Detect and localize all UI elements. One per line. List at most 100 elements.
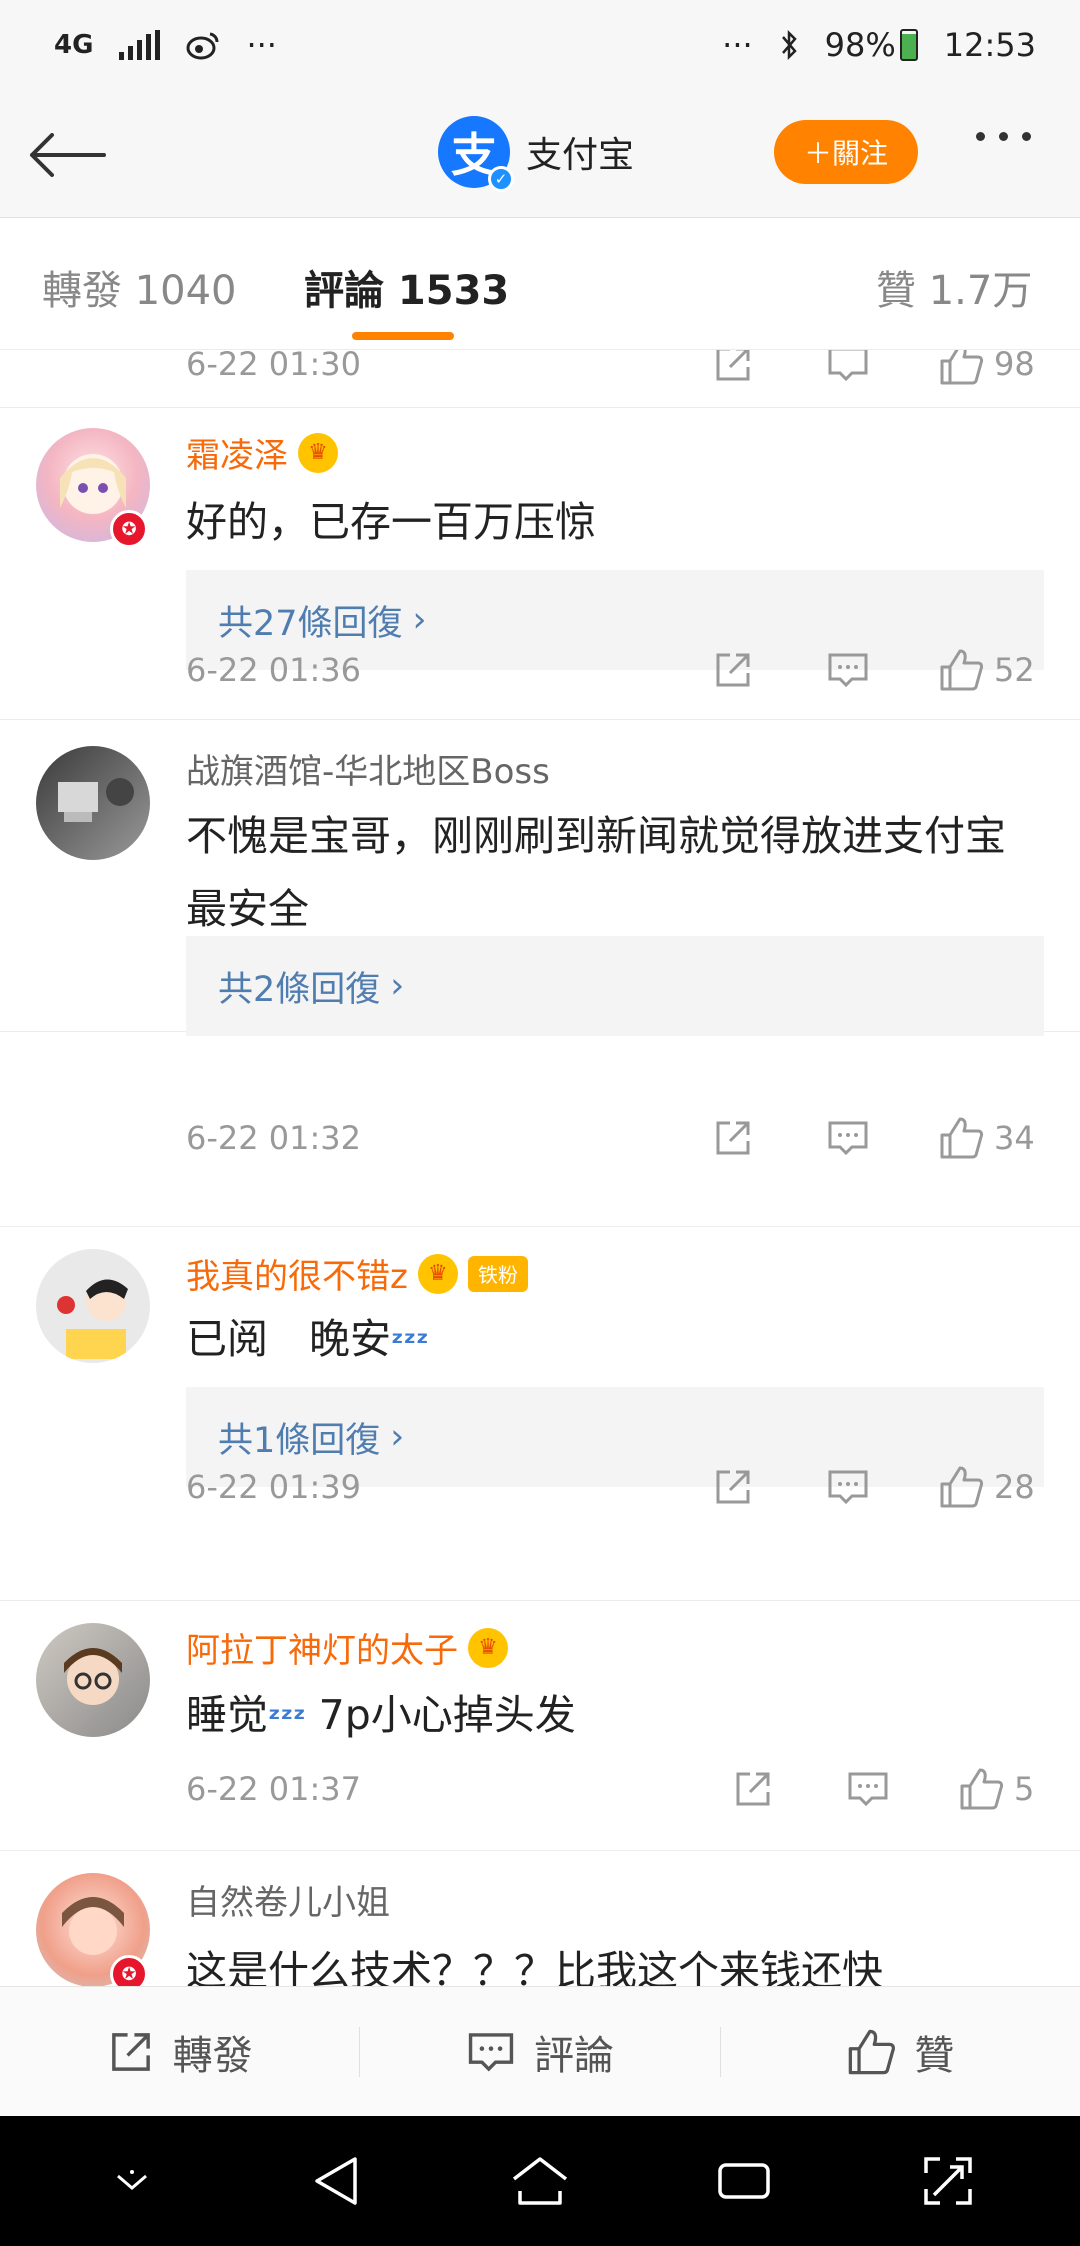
reply-button[interactable] xyxy=(826,1466,870,1508)
avatar[interactable] xyxy=(36,1623,150,1737)
comment-icon xyxy=(828,1470,868,1505)
chevron-right-icon: › xyxy=(390,1417,405,1457)
share-button[interactable] xyxy=(712,649,754,691)
like-button[interactable]: 98 xyxy=(938,350,1035,387)
share-icon xyxy=(716,653,750,687)
comment-icon xyxy=(848,1772,888,1807)
network-indicator: 4G xyxy=(54,30,94,60)
photo-avatar-icon xyxy=(58,778,134,822)
comment-meta: 6-22 01:32 34 xyxy=(186,1108,1044,1168)
clock: 12:53 xyxy=(943,26,1036,64)
chevron-right-icon: › xyxy=(412,600,427,640)
bluetooth-icon xyxy=(781,29,797,61)
battery-percent: 98% xyxy=(824,26,896,64)
username[interactable]: 霜凌泽 ♛ xyxy=(186,428,338,477)
thumbs-up-icon xyxy=(940,1466,984,1508)
tab-bar: 轉發 1040 評論 1533 贊 1.7万 xyxy=(0,218,1080,350)
comment-item: 我真的很不错z ♛ 铁粉 已阅 晚安ᶻᶻᶻ 共1條回復 › 6-22 01:39… xyxy=(0,1227,1080,1601)
tab-likes[interactable]: 贊 1.7万 xyxy=(876,258,1032,316)
thumbs-up-icon xyxy=(940,1117,984,1159)
share-icon xyxy=(736,1772,770,1806)
reply-button[interactable] xyxy=(846,1768,890,1810)
bottom-action-bar: 轉發 評論 贊 xyxy=(0,1986,1080,2116)
share-icon xyxy=(716,1121,750,1155)
recents-icon xyxy=(718,2163,770,2199)
comment-item: ✪ 自然卷儿小姐 这是什么技术？？？比我这个来钱还快 xyxy=(0,1851,1080,1986)
nav-expand-button[interactable] xyxy=(903,2136,993,2226)
like-button[interactable]: 34 xyxy=(938,1115,1035,1161)
chevron-right-icon: › xyxy=(390,966,405,1006)
back-button[interactable] xyxy=(28,120,108,190)
dot-icon xyxy=(976,132,985,141)
sleep-emoji-icon: ᶻᶻᶻ xyxy=(391,1326,429,1361)
share-button[interactable] xyxy=(732,1768,774,1810)
comment-item: 战旗酒馆-华北地区Boss 不愧是宝哥，刚刚刷到新闻就觉得放进支付宝最安全 共2… xyxy=(0,720,1080,1036)
thumbs-up-icon xyxy=(940,649,984,691)
account-title[interactable]: 支 ✓ 支付宝 xyxy=(438,116,635,192)
share-button[interactable] xyxy=(712,1117,754,1159)
account-name: 支付宝 xyxy=(526,135,635,176)
share-button[interactable] xyxy=(712,350,754,385)
comment-item: 阿拉丁神灯的太子 ♛ 睡觉ᶻᶻᶻ 7p小心掉头发 6-22 01:37 5 xyxy=(0,1601,1080,1851)
sleep-emoji-icon: ᶻᶻᶻ xyxy=(268,1702,306,1737)
like-button[interactable]: 28 xyxy=(938,1464,1035,1510)
more-options-button[interactable] xyxy=(976,132,1031,141)
username[interactable]: 自然卷儿小姐 xyxy=(186,1875,390,1924)
expand-icon xyxy=(924,2157,972,2205)
view-replies-button[interactable]: 共2條回復 › xyxy=(186,936,1044,1036)
username[interactable]: 阿拉丁神灯的太子 ♛ xyxy=(186,1623,508,1672)
like-button[interactable]: 5 xyxy=(958,1766,1034,1812)
vip-crown-icon: ♛ xyxy=(298,432,338,473)
comment-text: 已阅 晚安ᶻᶻᶻ xyxy=(186,1315,429,1363)
timestamp: 6-22 01:32 xyxy=(186,1119,362,1157)
nav-back-button[interactable] xyxy=(291,2136,381,2226)
reply-button[interactable] xyxy=(826,1117,870,1159)
system-nav-bar xyxy=(0,2116,1080,2246)
verified-badge-icon: ✪ xyxy=(110,510,148,548)
comment-button[interactable]: 評論 xyxy=(360,2017,719,2087)
tab-repost[interactable]: 轉發 1040 xyxy=(42,258,237,316)
nav-recents-button[interactable] xyxy=(699,2136,789,2226)
like-count: 28 xyxy=(994,1468,1035,1506)
comment-icon xyxy=(828,350,868,382)
comment-text: 睡觉ᶻᶻᶻ 7p小心掉头发 xyxy=(186,1691,576,1739)
active-tab-indicator xyxy=(352,332,454,340)
username[interactable]: 我真的很不错z ♛ 铁粉 xyxy=(186,1249,528,1298)
follow-button[interactable]: ＋關注 xyxy=(774,120,918,184)
comment-feed[interactable]: 6-22 01:30 98 ✪ 霜凌泽 ♛ 好的，已存一百万压惊 共27條回復 … xyxy=(0,350,1080,1986)
nav-home-button[interactable] xyxy=(495,2136,585,2226)
share-button[interactable] xyxy=(712,1466,754,1508)
username[interactable]: 战旗酒馆-华北地区Boss xyxy=(186,744,550,793)
like-button[interactable]: 52 xyxy=(938,647,1035,693)
like-count: 5 xyxy=(1014,1770,1035,1808)
dot-icon xyxy=(1022,132,1031,141)
hide-keyboard-button[interactable] xyxy=(87,2136,177,2226)
notification-dots: ··· xyxy=(246,26,277,64)
comment-icon xyxy=(828,1121,868,1156)
comment-text: 这是什么技术？？？比我这个来钱还快 xyxy=(186,1947,883,1986)
cartoon-boy-avatar-icon xyxy=(57,1279,128,1359)
comment-partial-top: 6-22 01:30 98 xyxy=(0,350,1080,408)
home-icon xyxy=(512,2157,568,2205)
back-triangle-icon xyxy=(315,2157,357,2205)
avatar[interactable] xyxy=(36,746,150,860)
reply-button[interactable] xyxy=(826,649,870,691)
timestamp: 6-22 01:39 xyxy=(186,1468,362,1506)
alipay-logo-icon: 支 ✓ xyxy=(438,116,514,192)
thumbs-up-icon xyxy=(940,350,984,385)
status-bar: 4G ··· ··· 98% 12:53 xyxy=(0,0,1080,90)
reply-button[interactable] xyxy=(826,350,870,385)
comment-text: 好的，已存一百万压惊 xyxy=(186,498,596,546)
comment-icon xyxy=(468,2032,514,2071)
tab-comments[interactable]: 評論 1533 xyxy=(304,258,509,316)
vip-crown-icon: ♛ xyxy=(468,1627,508,1668)
fan-badge: 铁粉 xyxy=(467,1255,528,1292)
verified-badge-icon: ✪ xyxy=(110,1955,148,1986)
repost-button[interactable]: 轉發 xyxy=(0,2017,359,2087)
signal-icon xyxy=(119,30,161,60)
more-status-dots: ··· xyxy=(722,26,753,64)
timestamp: 6-22 01:30 xyxy=(186,350,362,383)
avatar[interactable] xyxy=(36,1249,150,1363)
like-post-button[interactable]: 贊 xyxy=(721,2017,1080,2087)
verified-icon: ✓ xyxy=(488,166,514,192)
